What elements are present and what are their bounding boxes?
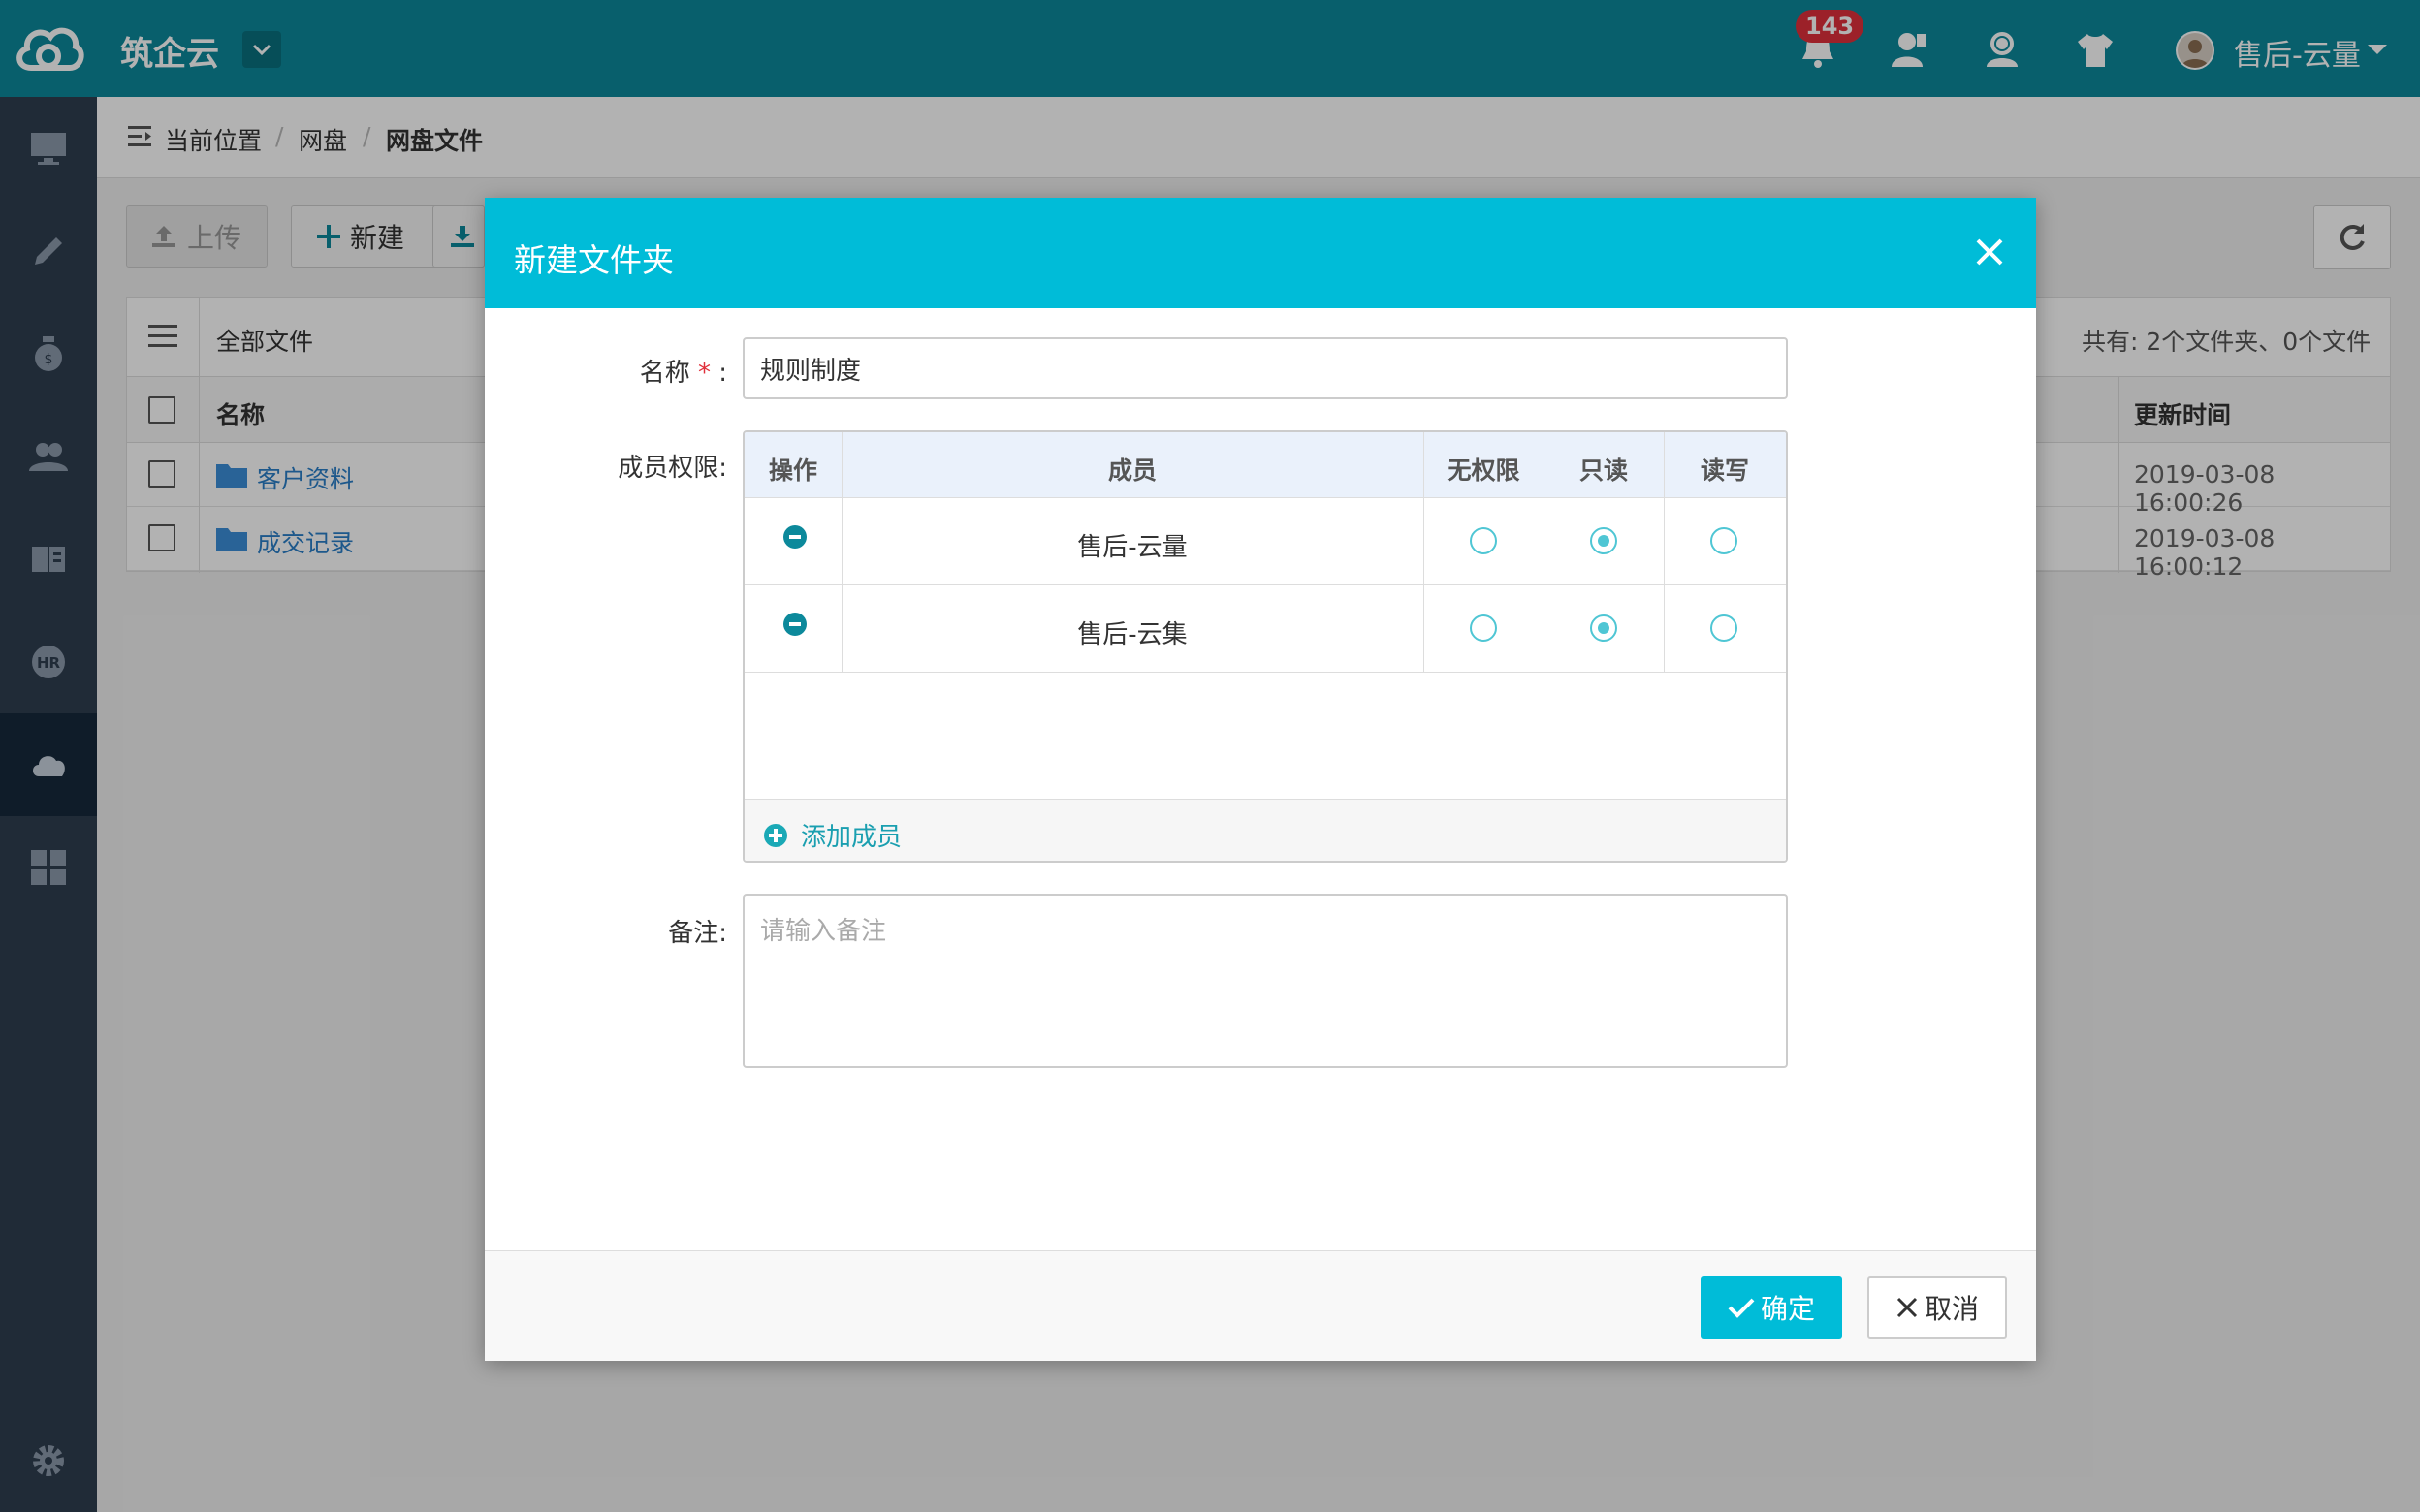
permission-table-footer: 添加成员: [745, 799, 1786, 861]
plus-circle-icon: [764, 823, 787, 847]
member-name: 售后-云集: [1077, 620, 1188, 649]
members-label: 成员权限:: [618, 454, 727, 483]
confirm-button[interactable]: 确定: [1701, 1276, 1842, 1339]
confirm-label: 确定: [1760, 1294, 1815, 1324]
permission-table-header: 操作 成员 无权限 只读 读写: [745, 432, 1786, 498]
table-divider: [1664, 432, 1665, 673]
remove-member-icon[interactable]: [783, 525, 807, 549]
dialog-header: 新建文件夹: [485, 198, 2036, 308]
column-read-write: 读写: [1700, 457, 1749, 485]
new-folder-dialog: 新建文件夹 名称 * : 成员权限: 操作 成员 无权限 只读 读写 售后-云量…: [485, 198, 2036, 1361]
table-divider: [1423, 432, 1424, 673]
remove-member-icon[interactable]: [783, 613, 807, 636]
member-row: 售后-云量: [745, 498, 1786, 585]
name-label: 名称 * :: [639, 359, 727, 388]
cancel-button[interactable]: 取消: [1867, 1276, 2007, 1339]
radio-read-only[interactable]: [1590, 614, 1617, 642]
radio-read-write[interactable]: [1710, 614, 1737, 642]
member-row: 售后-云集: [745, 585, 1786, 673]
remark-label: 备注:: [668, 919, 727, 948]
column-read-only: 只读: [1578, 457, 1628, 485]
dialog-footer: 确定 取消: [485, 1250, 2036, 1361]
check-icon: [1728, 1298, 1755, 1318]
member-name: 售后-云量: [1077, 533, 1188, 562]
close-icon: [1896, 1297, 1918, 1318]
remark-textarea[interactable]: [743, 894, 1788, 1068]
member-permission-table: 操作 成员 无权限 只读 读写 售后-云量 售后-云集 添加成员: [743, 430, 1788, 863]
radio-no-permission[interactable]: [1470, 614, 1497, 642]
add-member-label: 添加成员: [801, 823, 903, 852]
folder-name-input[interactable]: [743, 337, 1788, 399]
add-member-button[interactable]: 添加成员: [764, 817, 902, 853]
column-member: 成员: [1107, 457, 1157, 485]
cancel-label: 取消: [1924, 1294, 1979, 1324]
column-action: 操作: [768, 457, 817, 485]
table-divider: [842, 432, 843, 673]
radio-read-only[interactable]: [1590, 527, 1617, 554]
close-icon[interactable]: [1972, 235, 2007, 269]
column-no-permission: 无权限: [1447, 457, 1520, 485]
radio-read-write[interactable]: [1710, 527, 1737, 554]
dialog-title: 新建文件夹: [514, 241, 674, 279]
radio-no-permission[interactable]: [1470, 527, 1497, 554]
